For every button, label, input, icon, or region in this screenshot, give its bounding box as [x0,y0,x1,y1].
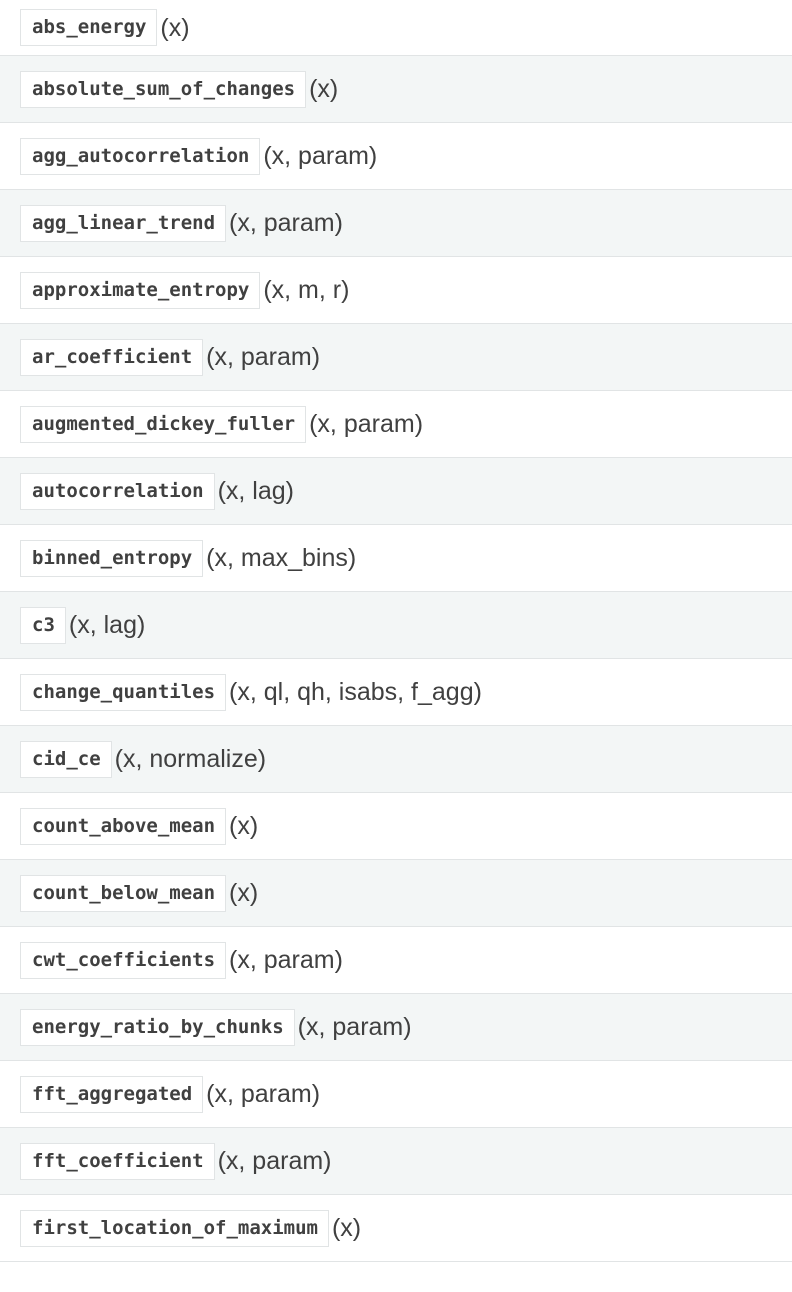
function-name-link[interactable]: binned_entropy [20,539,204,577]
table-row: absolute_sum_of_changes (x) [0,56,792,123]
table-row: agg_autocorrelation (x, param) [0,123,792,190]
table-row: ar_coefficient (x, param) [0,324,792,391]
table-row: autocorrelation (x, lag) [0,458,792,525]
function-name-link[interactable]: autocorrelation [20,472,215,510]
table-row: change_quantiles (x, ql, qh, isabs, f_ag… [0,659,792,726]
function-signature: (x) [309,75,339,103]
table-row: abs_energy (x) [0,0,792,56]
table-row: agg_linear_trend (x, param) [0,190,792,257]
function-name-link[interactable]: absolute_sum_of_changes [20,70,307,108]
function-signature: (x, lag) [68,611,146,639]
table-row: c3 (x, lag) [0,592,792,659]
function-name-link[interactable]: cwt_coefficients [20,941,227,979]
table-row: augmented_dickey_fuller (x, param) [0,391,792,458]
function-signature: (x) [229,812,259,840]
function-signature: (x, ql, qh, isabs, f_agg) [229,678,482,706]
table-row: count_below_mean (x) [0,860,792,927]
function-name-link[interactable]: energy_ratio_by_chunks [20,1008,295,1046]
function-signature: (x, param) [309,410,424,438]
function-signature: (x, max_bins) [206,544,357,572]
function-signature: (x) [160,13,190,42]
function-table: abs_energy (x) absolute_sum_of_changes (… [0,0,792,1262]
function-signature: (x, param) [206,1080,321,1108]
function-name-link[interactable]: abs_energy [20,9,158,46]
function-signature: (x) [331,1214,362,1242]
function-signature: (x, lag) [217,477,294,505]
function-name-link[interactable]: first_location_of_maximum [20,1209,329,1247]
function-signature: (x, normalize) [114,745,267,773]
table-row: cwt_coefficients (x, param) [0,927,792,994]
function-name-link[interactable]: c3 [20,606,66,644]
table-row: cid_ce (x, normalize) [0,726,792,793]
table-row: approximate_entropy (x, m, r) [0,257,792,324]
function-name-link[interactable]: count_below_mean [20,874,227,912]
function-name-link[interactable]: approximate_entropy [20,271,261,309]
function-signature: (x, param) [297,1013,412,1041]
function-name-link[interactable]: count_above_mean [20,807,227,845]
table-row: first_location_of_maximum (x) [0,1195,792,1262]
table-row: count_above_mean (x) [0,793,792,860]
table-row: fft_coefficient (x, param) [0,1128,792,1195]
function-signature: (x, param) [229,209,343,237]
function-signature: (x, param) [263,142,378,170]
function-signature: (x, param) [217,1147,332,1175]
function-name-link[interactable]: change_quantiles [20,673,227,711]
table-row: energy_ratio_by_chunks (x, param) [0,994,792,1061]
function-signature: (x, m, r) [263,276,350,304]
function-name-link[interactable]: augmented_dickey_fuller [20,405,307,443]
function-name-link[interactable]: agg_linear_trend [20,204,227,242]
function-name-link[interactable]: fft_coefficient [20,1142,215,1180]
function-name-link[interactable]: cid_ce [20,740,112,778]
function-name-link[interactable]: fft_aggregated [20,1075,204,1113]
table-row: fft_aggregated (x, param) [0,1061,792,1128]
function-name-link[interactable]: agg_autocorrelation [20,137,261,175]
table-row: binned_entropy (x, max_bins) [0,525,792,592]
function-signature: (x) [229,879,259,907]
function-name-link[interactable]: ar_coefficient [20,338,204,376]
function-signature: (x, param) [206,343,321,371]
function-signature: (x, param) [229,946,343,974]
